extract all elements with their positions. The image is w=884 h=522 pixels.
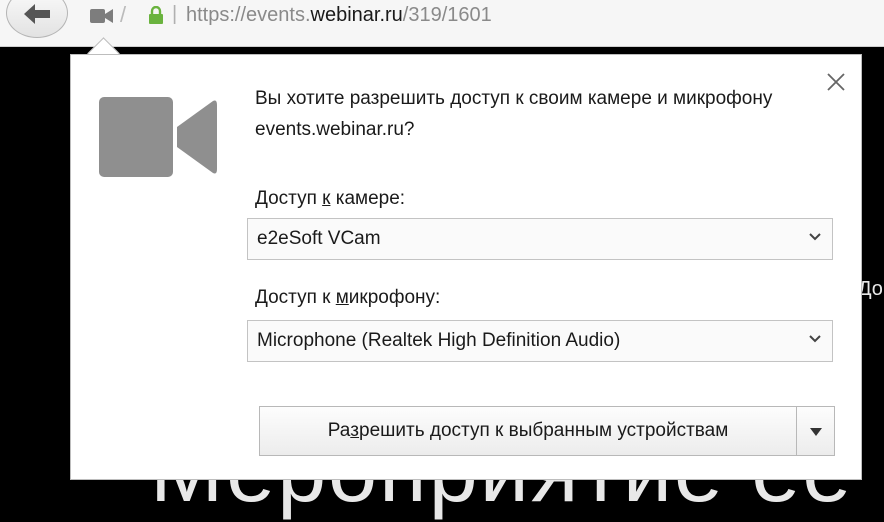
mic-label-accel: м	[335, 287, 349, 308]
url-separator: /	[120, 2, 127, 27]
url-domain: webinar.ru	[310, 4, 403, 26]
allow-after: решить доступ к выбранным устройствам	[359, 420, 729, 441]
camera-icon[interactable]	[90, 6, 114, 26]
mic-label-before: Доступ к	[255, 287, 336, 308]
chevron-down-icon	[809, 233, 821, 241]
camera-label: Доступ к камере:	[255, 188, 405, 210]
allow-split-button: Ра з решить доступ к выбранным устройствам	[259, 406, 835, 456]
url-path: /319/1601	[402, 4, 492, 26]
back-arrow-icon	[24, 4, 50, 24]
allow-accel: з	[350, 420, 360, 441]
back-button[interactable]	[6, 0, 68, 38]
close-icon[interactable]	[825, 71, 847, 93]
video-camera-icon	[99, 97, 217, 177]
microphone-label: Доступ к микрофону:	[255, 287, 440, 309]
url-divider: |	[172, 3, 178, 25]
chevron-down-icon	[809, 335, 821, 343]
url-prefix: https://events.	[186, 4, 311, 26]
url-field[interactable]: https://events.webinar.ru/319/1601	[186, 4, 492, 27]
camera-select-value: e2eSoft VCam	[257, 228, 381, 249]
allow-before: Ра	[327, 420, 351, 441]
allow-options-dropdown[interactable]	[797, 406, 835, 456]
permission-question: Вы хотите разрешить доступ к своим камер…	[255, 88, 773, 140]
permission-popup: Вы хотите разрешить доступ к своим камер…	[70, 54, 862, 480]
mic-label-after: икрофону:	[348, 287, 441, 308]
lock-icon[interactable]	[148, 6, 164, 24]
camera-label-after: камере:	[330, 188, 406, 209]
microphone-select-value: Microphone (Realtek High Definition Audi…	[257, 330, 621, 351]
browser-url-bar: / | https://events.webinar.ru/319/1601	[0, 0, 884, 47]
allow-selected-devices-button[interactable]: Ра з решить доступ к выбранным устройствам	[259, 406, 797, 456]
camera-label-before: Доступ	[255, 188, 323, 209]
microphone-select[interactable]: Microphone (Realtek High Definition Audi…	[247, 320, 833, 362]
triangle-down-icon	[810, 428, 822, 436]
camera-select[interactable]: e2eSoft VCam	[247, 218, 833, 260]
